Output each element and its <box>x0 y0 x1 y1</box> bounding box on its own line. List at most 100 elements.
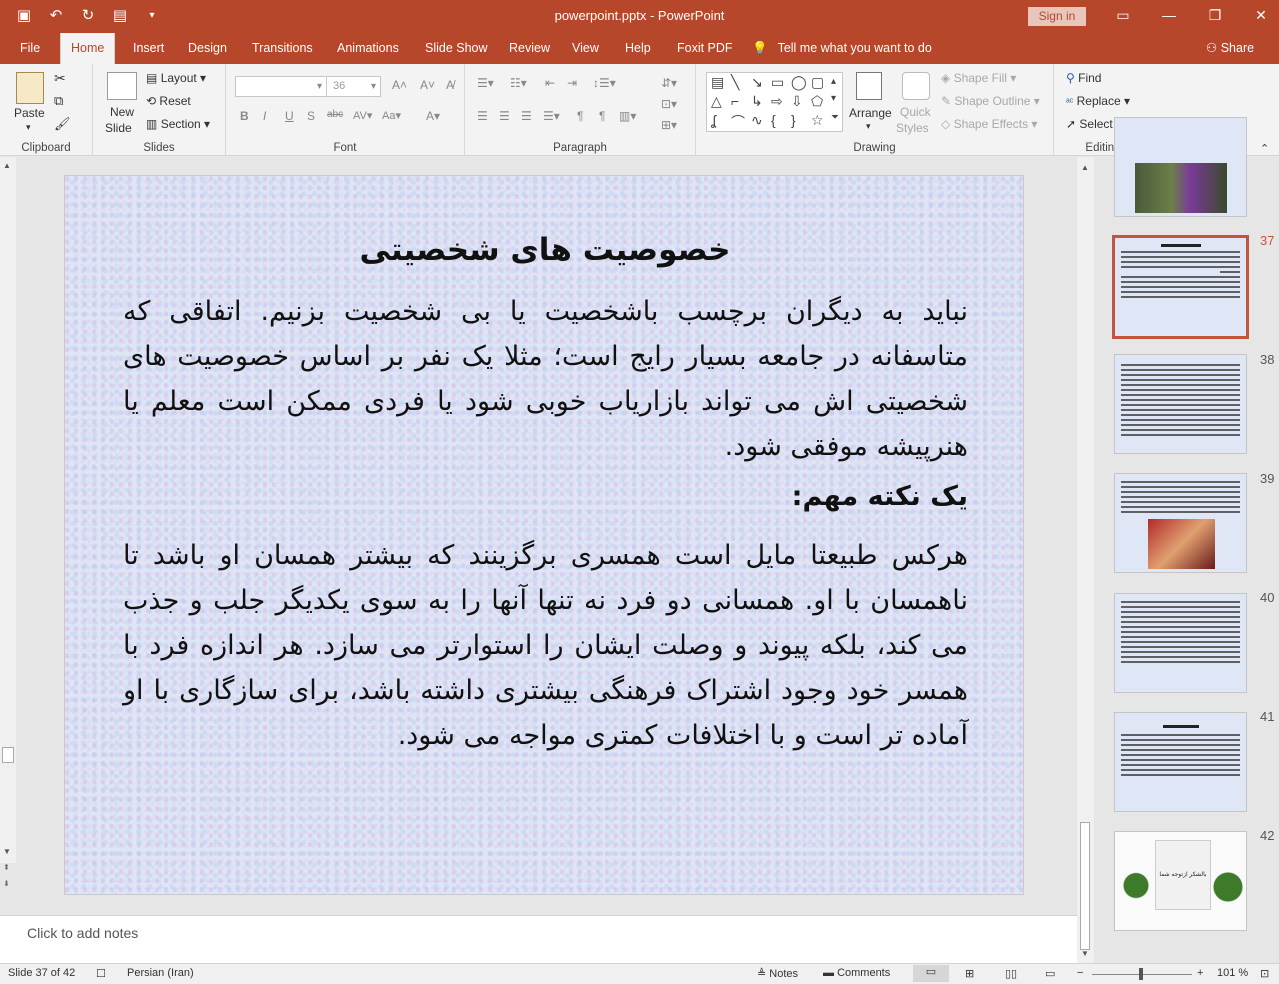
arrange-icon[interactable] <box>856 72 882 100</box>
columns-icon[interactable]: ▥▾ <box>619 109 636 123</box>
align-right-icon[interactable]: ☰ <box>521 109 532 123</box>
tab-foxit-pdf[interactable]: Foxit PDF <box>667 33 743 64</box>
right-arrow-shape-icon[interactable]: ⇨ <box>771 93 783 110</box>
find-button[interactable]: ⚲ Find <box>1066 71 1101 85</box>
language-indicator[interactable]: Persian (Iran) <box>127 967 194 979</box>
quick-styles-label-2[interactable]: Styles <box>896 121 929 135</box>
new-slide-label-1[interactable]: New <box>110 105 134 119</box>
tab-slide-show[interactable]: Slide Show <box>415 33 498 64</box>
reading-view-button[interactable]: ▯▯ <box>1005 967 1017 980</box>
sign-in-button[interactable]: Sign in <box>1028 7 1086 26</box>
fit-to-window-icon[interactable]: ⊡ <box>1260 967 1269 980</box>
scroll-down-icon[interactable]: ▼ <box>1081 949 1089 958</box>
align-text-icon[interactable]: ⊡▾ <box>661 97 677 111</box>
zoom-out-icon[interactable]: − <box>1077 967 1083 979</box>
oval-shape-icon[interactable]: ◯ <box>791 74 807 91</box>
tab-home[interactable]: Home <box>60 33 116 64</box>
comments-toggle[interactable]: ▬ Comments <box>823 967 890 979</box>
minimize-icon[interactable]: — <box>1161 5 1177 25</box>
curve-shape-icon[interactable]: ∿ <box>751 112 763 129</box>
tab-animations[interactable]: Animations <box>327 33 409 64</box>
font-size-combo[interactable]: 36 ▾ <box>326 76 381 97</box>
triangle-shape-icon[interactable]: △ <box>711 93 722 110</box>
font-color-icon[interactable]: A▾ <box>426 109 440 123</box>
current-slide[interactable]: خصوصیت های شخصیتی نباید به دیگران برچسب … <box>64 175 1024 895</box>
arrow-shape-icon[interactable]: ↘ <box>751 74 763 91</box>
slide-thumbnail[interactable] <box>1114 473 1247 573</box>
numbering-icon[interactable]: ☷▾ <box>510 76 527 90</box>
normal-view-button[interactable]: ▭ <box>913 965 949 982</box>
line-spacing-icon[interactable]: ↕☰▾ <box>593 76 616 90</box>
quick-styles-label-1[interactable]: Quick <box>900 105 931 119</box>
new-slide-label-2[interactable]: Slide <box>105 121 132 135</box>
ribbon-display-options-icon[interactable]: ▭ <box>1115 5 1131 25</box>
strikethrough-icon[interactable]: abc <box>327 109 343 120</box>
copy-icon[interactable]: ⧉ <box>54 93 63 109</box>
font-name-combo[interactable]: ▾ <box>235 76 327 97</box>
ltr-icon[interactable]: ¶ <box>577 109 583 123</box>
align-center-icon[interactable]: ☰ <box>499 109 510 123</box>
shape-outline-button[interactable]: ✎ Shape Outline ▾ <box>941 94 1040 108</box>
slide-thumbnail-active[interactable] <box>1112 235 1249 339</box>
slide-title[interactable]: خصوصیت های شخصیتی <box>65 232 1025 268</box>
zoom-level[interactable]: 101 % <box>1217 967 1248 979</box>
tab-design[interactable]: Design <box>178 33 237 64</box>
collapse-ribbon-icon[interactable]: ⌃ <box>1260 142 1269 155</box>
notes-toggle[interactable]: ≜ Notes <box>757 967 798 980</box>
tab-file[interactable]: File <box>10 33 50 64</box>
quick-styles-icon[interactable] <box>902 72 930 100</box>
slide-thumbnail[interactable]: بالشکر ازتوجه شما <box>1114 831 1247 931</box>
arrange-button[interactable]: Arrange <box>849 106 892 120</box>
paste-dropdown-icon[interactable]: ▾ <box>26 122 31 133</box>
zoom-in-icon[interactable]: + <box>1197 967 1203 979</box>
scroll-up-icon[interactable]: ▲ <box>1081 163 1089 172</box>
left-brace-icon[interactable]: { <box>771 112 776 128</box>
rectangle-shape-icon[interactable]: ▭ <box>771 74 784 91</box>
smartart-icon[interactable]: ⊞▾ <box>661 118 677 132</box>
rtl-icon[interactable]: ¶ <box>599 109 605 123</box>
tab-insert[interactable]: Insert <box>123 33 174 64</box>
tab-help[interactable]: Help <box>615 33 661 64</box>
close-icon[interactable]: ✕ <box>1253 5 1269 25</box>
spellcheck-icon[interactable]: ☐ <box>96 967 106 980</box>
scroll-thumb[interactable] <box>2 747 14 763</box>
section-button[interactable]: ▥ Section ▾ <box>146 117 210 131</box>
zoom-slider-thumb[interactable] <box>1139 968 1143 980</box>
bullets-icon[interactable]: ☰▾ <box>477 76 494 90</box>
slide-sorter-button[interactable]: ⊞ <box>965 967 974 980</box>
underline-icon[interactable]: U <box>285 109 294 123</box>
clear-formatting-icon[interactable]: A̸ <box>446 78 454 92</box>
scroll-down-icon[interactable]: ▼ <box>3 847 11 856</box>
scroll-up-icon[interactable]: ▲ <box>3 161 11 170</box>
scroll-thumb[interactable] <box>1080 822 1090 950</box>
decrease-font-icon[interactable]: A˅ <box>420 78 435 92</box>
rounded-rect-shape-icon[interactable]: ▢ <box>811 74 824 91</box>
textbox-shape-icon[interactable]: ▤ <box>711 74 724 91</box>
slide-thumbnail[interactable] <box>1114 712 1247 812</box>
restore-icon[interactable]: ❐ <box>1207 5 1223 25</box>
arc-shape-icon[interactable]: ⌒ <box>731 112 745 132</box>
slide-paragraph-1[interactable]: نباید به دیگران برچسب باشخصیت یا بی شخصی… <box>123 289 968 469</box>
right-brace-icon[interactable]: } <box>791 112 796 128</box>
slideshow-button[interactable]: ▭ <box>1045 967 1055 980</box>
tab-view[interactable]: View <box>562 33 609 64</box>
format-painter-icon[interactable]: 🖌 <box>54 116 71 132</box>
increase-font-icon[interactable]: A˄ <box>392 78 407 92</box>
paste-icon[interactable] <box>16 72 44 104</box>
down-arrow-shape-icon[interactable]: ⇩ <box>791 93 803 110</box>
elbow-connector-icon[interactable]: ⌐ <box>731 93 739 109</box>
flowchart-shape-icon[interactable]: ⬠ <box>811 93 823 110</box>
slide-thumbnail[interactable] <box>1114 117 1247 217</box>
shadow-icon[interactable]: S <box>307 109 315 123</box>
slide-subheading[interactable]: یک نکته مهم: <box>123 481 968 512</box>
slide-paragraph-2[interactable]: هرکس طبیعتا مایل است همسری برگزینند که ب… <box>123 533 968 758</box>
bold-icon[interactable]: B <box>240 109 249 123</box>
tell-me-search[interactable]: 💡 Tell me what you want to do <box>752 33 932 64</box>
align-left-icon[interactable]: ☰ <box>477 109 488 123</box>
increase-indent-icon[interactable]: ⇥ <box>567 76 577 90</box>
text-direction-icon[interactable]: ⇵▾ <box>661 76 677 90</box>
freeform-shape-icon[interactable]: ʆ <box>711 112 716 128</box>
tab-transitions[interactable]: Transitions <box>242 33 323 64</box>
paste-button[interactable]: Paste <box>14 106 45 120</box>
cut-icon[interactable]: ✂ <box>54 70 66 87</box>
